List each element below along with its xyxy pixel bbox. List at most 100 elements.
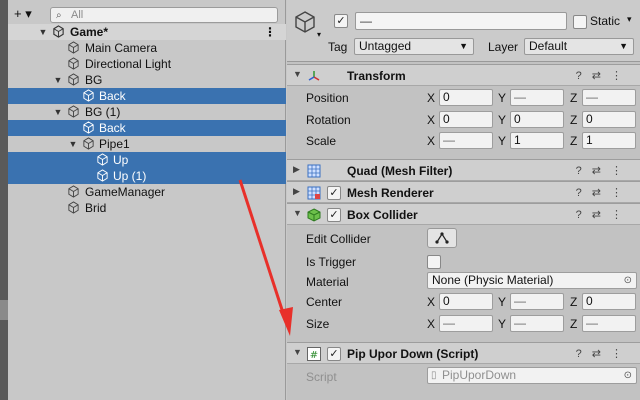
script-hash-icon: #	[307, 347, 321, 361]
material-value: None (Physic Material)	[432, 273, 554, 287]
component-header-icons[interactable]: ?⇄⋮	[576, 347, 632, 360]
hierarchy-item-brid[interactable]: Brid	[8, 200, 286, 216]
active-checkbox[interactable]: ✓	[334, 14, 348, 28]
mesh-renderer-header[interactable]: ▶ ✓ Mesh Renderer ?⇄⋮	[287, 181, 640, 203]
hierarchy-item-main-camera[interactable]: Main Camera	[8, 40, 286, 56]
layer-dropdown[interactable]: Default ▼	[524, 38, 634, 55]
static-dropdown-caret-icon[interactable]: ▾	[627, 14, 632, 25]
material-row: Material None (Physic Material) ⊙	[287, 272, 640, 292]
search-icon: ⌕	[56, 10, 62, 21]
axis-y-label: Y	[498, 317, 507, 331]
expand-arrow-icon[interactable]: ▼	[53, 104, 63, 120]
scale-x-field[interactable]: —	[439, 132, 493, 149]
hierarchy-item-gamemanager[interactable]: GameManager	[8, 184, 286, 200]
mesh-filter-title: Quad (Mesh Filter)	[347, 164, 453, 178]
axis-z-label: Z	[570, 91, 578, 105]
axis-y-label: Y	[498, 113, 507, 127]
rotation-x-field[interactable]: 0	[439, 111, 493, 128]
position-y-field[interactable]: —	[510, 89, 564, 106]
center-z-field[interactable]: 0	[582, 293, 636, 310]
box-collider-enabled-checkbox[interactable]: ✓	[327, 208, 341, 222]
component-header-icons[interactable]: ?⇄⋮	[576, 69, 632, 82]
hierarchy-tree: ▼ Game* ⋮ Main Camera Directional Light …	[8, 24, 286, 216]
fold-arrow-icon[interactable]: ▼	[293, 69, 302, 79]
scale-label: Scale	[306, 134, 337, 148]
position-z-field[interactable]: —	[582, 89, 636, 106]
object-name-field[interactable]: —	[355, 12, 567, 30]
gameobject-cube-icon	[68, 57, 79, 70]
fold-arrow-icon[interactable]: ▶	[293, 164, 300, 175]
hierarchy-item-up[interactable]: Up	[8, 152, 286, 168]
hierarchy-search-input[interactable]: ⌕ All	[50, 7, 278, 23]
scene-view-bar	[0, 300, 8, 320]
mesh-filter-header[interactable]: ▶ Quad (Mesh Filter) ?⇄⋮	[287, 159, 640, 181]
fold-arrow-icon[interactable]: ▼	[293, 208, 302, 218]
position-row: Position X 0 Y — Z —	[287, 88, 640, 108]
fold-arrow-icon[interactable]: ▶	[293, 186, 300, 197]
add-object-button[interactable]: + ▾	[14, 7, 44, 23]
transform-header[interactable]: ▼ Transform ?⇄⋮	[287, 64, 640, 86]
icon-dropdown-caret-icon[interactable]: ▾	[317, 30, 321, 39]
size-z-field[interactable]: —	[582, 315, 636, 332]
script-enabled-checkbox[interactable]: ✓	[327, 347, 341, 361]
chevron-down-icon: ▼	[619, 41, 628, 51]
axis-y-label: Y	[498, 134, 507, 148]
fold-arrow-icon[interactable]: ▼	[293, 347, 302, 357]
hierarchy-toolbar: + ▾ ⌕ All	[8, 4, 286, 24]
static-checkbox[interactable]	[573, 15, 587, 29]
gameobject-cube-icon	[68, 73, 79, 86]
center-x-field[interactable]: 0	[439, 293, 493, 310]
hierarchy-item-bg-1[interactable]: ▼ BG (1)	[8, 104, 286, 120]
position-x-field[interactable]: 0	[439, 89, 493, 106]
item-label: Up	[113, 153, 129, 167]
script-field: ▯ PipUporDown ⊙	[427, 367, 637, 384]
scene-row-game[interactable]: ▼ Game* ⋮	[8, 24, 286, 40]
mesh-renderer-icon	[307, 186, 321, 200]
axis-x-label: X	[427, 317, 436, 331]
scene-label: Game*	[70, 25, 109, 39]
expand-arrow-icon[interactable]: ▼	[53, 72, 63, 88]
component-header-icons[interactable]: ?⇄⋮	[576, 164, 632, 177]
object-picker-icon[interactable]: ⊙	[624, 273, 632, 288]
rotation-z-field[interactable]: 0	[582, 111, 636, 128]
rotation-label: Rotation	[306, 113, 351, 127]
size-x-field[interactable]: —	[439, 315, 493, 332]
script-component-header[interactable]: ▼ # ✓ Pip Upor Down (Script) ?⇄⋮	[287, 342, 640, 364]
rotation-y-field[interactable]: 0	[510, 111, 564, 128]
center-y-field[interactable]: —	[510, 293, 564, 310]
size-row: Size X — Y — Z —	[287, 314, 640, 334]
layer-value: Default	[529, 39, 568, 53]
material-field[interactable]: None (Physic Material) ⊙	[427, 272, 637, 289]
axis-x-label: X	[427, 113, 436, 127]
item-label: Pipe1	[99, 137, 130, 151]
box-collider-title: Box Collider	[347, 208, 418, 222]
hierarchy-item-directional-light[interactable]: Directional Light	[8, 56, 286, 72]
hierarchy-item-up-1[interactable]: Up (1)	[8, 168, 286, 184]
scale-y-field[interactable]: 1	[510, 132, 564, 149]
axis-z-label: Z	[570, 113, 578, 127]
axis-x-label: X	[427, 295, 436, 309]
expand-arrow-icon[interactable]: ▼	[68, 136, 78, 152]
scene-menu-icon[interactable]: ⋮	[264, 24, 276, 40]
tag-label: Tag	[328, 40, 348, 54]
expand-arrow-icon[interactable]: ▼	[38, 24, 48, 40]
size-y-field[interactable]: —	[510, 315, 564, 332]
component-header-icons[interactable]: ?⇄⋮	[576, 186, 632, 199]
scale-z-field[interactable]: 1	[582, 132, 636, 149]
hierarchy-item-back-2[interactable]: Back	[8, 120, 286, 136]
hierarchy-item-back[interactable]: Back	[8, 88, 286, 104]
hierarchy-item-bg[interactable]: ▼ BG	[8, 72, 286, 88]
is-trigger-checkbox[interactable]	[427, 255, 441, 269]
box-collider-header[interactable]: ▼ ✓ Box Collider ?⇄⋮	[287, 203, 640, 225]
item-label: Brid	[85, 201, 107, 215]
hierarchy-item-pipe1[interactable]: ▼ Pipe1	[8, 136, 286, 152]
gameobject-cube-icon	[83, 137, 94, 150]
tag-dropdown[interactable]: Untagged ▼	[354, 38, 474, 55]
is-trigger-row: Is Trigger	[287, 252, 640, 272]
edit-collider-button[interactable]	[427, 228, 457, 248]
component-header-icons[interactable]: ?⇄⋮	[576, 208, 632, 221]
scene-view-edge	[0, 0, 8, 400]
mesh-renderer-enabled-checkbox[interactable]: ✓	[327, 186, 341, 200]
item-label: BG	[85, 73, 103, 87]
svg-text:#: #	[310, 350, 318, 361]
